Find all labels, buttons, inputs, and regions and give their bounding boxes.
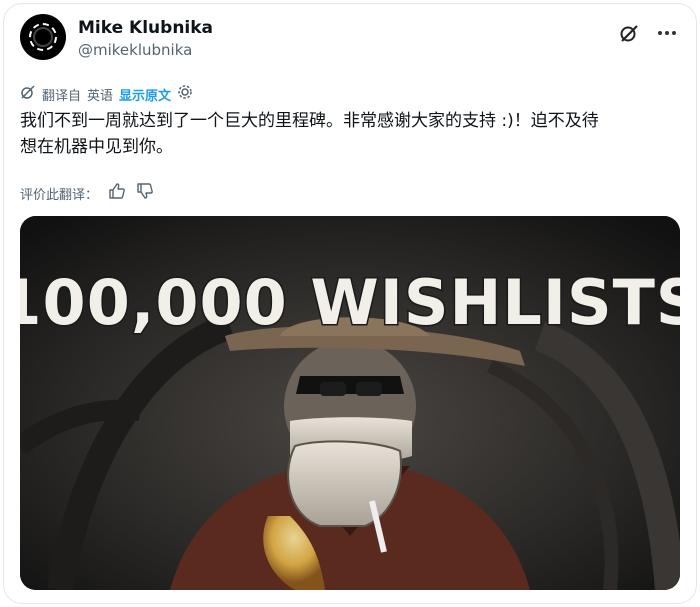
gear-icon[interactable] (177, 84, 193, 104)
media-image[interactable]: 100,000 WISHLISTS (20, 216, 680, 590)
grok-icon[interactable] (616, 20, 642, 46)
header-actions (616, 20, 680, 46)
author-handle[interactable]: @mikeklubnika (78, 41, 192, 59)
translated-from-label: 翻译自 (42, 88, 82, 104)
rate-label: 评价此翻译： (20, 187, 99, 203)
show-original-link[interactable]: 显示原文 (119, 85, 171, 104)
tweet-text-line-2: 想在机器中见到你。 (20, 137, 173, 157)
rate-translation: 评价此翻译： (20, 182, 154, 204)
avatar-core (35, 29, 51, 45)
translate-icon (20, 84, 36, 104)
more-icon[interactable] (654, 20, 680, 46)
avatar[interactable] (20, 14, 66, 60)
tweet-text: 我们不到一周就达到了一个巨大的里程碑。非常感谢大家的支持 :)！迫不及待 想在机… (20, 108, 680, 160)
source-language: 英语 (87, 88, 114, 104)
banner-title: 100,000 WISHLISTS (20, 266, 680, 339)
tweet-header: Mike Klubnika @mikeklubnika (20, 14, 680, 66)
author-name[interactable]: Mike Klubnika (78, 18, 213, 38)
thumbs-down-icon[interactable] (136, 182, 154, 204)
tweet-card: Mike Klubnika @mikeklubnika 翻译自 英语 显示原文 … (4, 4, 696, 603)
thumbs-up-icon[interactable] (108, 182, 126, 204)
translation-info: 翻译自 英语 显示原文 (20, 84, 193, 104)
tweet-text-line-1: 我们不到一周就达到了一个巨大的里程碑。非常感谢大家的支持 :)！迫不及待 (20, 111, 599, 131)
